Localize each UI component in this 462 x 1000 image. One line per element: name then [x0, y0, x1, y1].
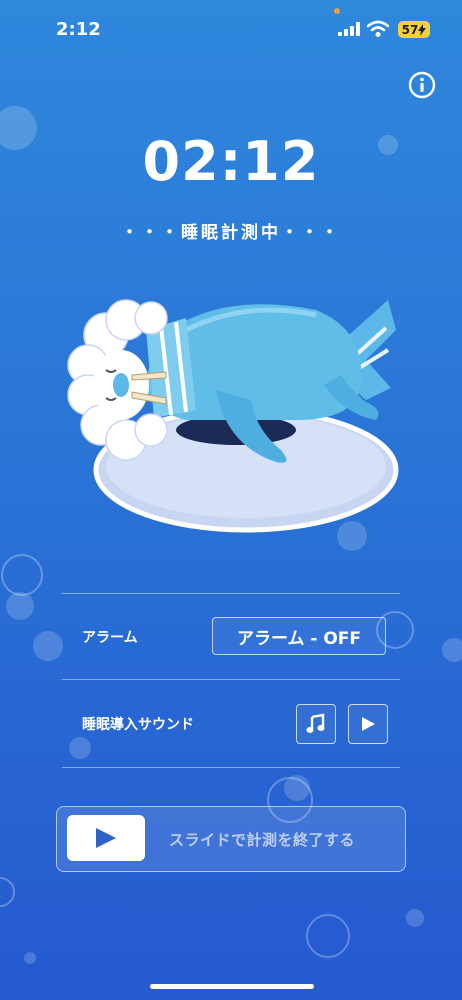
divider — [62, 593, 400, 594]
measuring-status: ・・・睡眠計測中・・・ — [121, 223, 341, 243]
sleep-sound-label: 睡眠導入サウンド — [82, 717, 194, 733]
slider-knob[interactable] — [67, 815, 145, 861]
music-note-icon — [306, 713, 325, 733]
battery-indicator: 57 — [398, 21, 430, 38]
play-icon — [362, 717, 375, 731]
home-indicator — [150, 984, 314, 989]
slider-label: スライドで計測を終了する — [169, 831, 356, 849]
wifi-icon — [367, 20, 389, 37]
battery-level: 57 — [401, 22, 419, 37]
bolt-icon — [418, 23, 427, 36]
elapsed-timer: 02:12 — [142, 130, 320, 193]
play-icon — [96, 828, 116, 848]
sound-select-button[interactable] — [296, 704, 336, 744]
sound-play-button[interactable] — [348, 704, 388, 744]
alarm-toggle-button[interactable]: アラーム - OFF — [212, 617, 386, 655]
slide-to-stop-control[interactable]: スライドで計測を終了する — [56, 806, 406, 872]
privacy-indicator-dot — [334, 8, 340, 14]
info-icon[interactable] — [408, 71, 436, 99]
divider — [62, 679, 400, 680]
sleeping-walrus-icon — [67, 299, 399, 533]
status-time: 2:12 — [56, 19, 101, 40]
alarm-label: アラーム — [82, 630, 138, 646]
status-bar: 2:12 57 — [0, 0, 462, 60]
divider — [62, 767, 400, 768]
signal-icon — [338, 22, 360, 36]
